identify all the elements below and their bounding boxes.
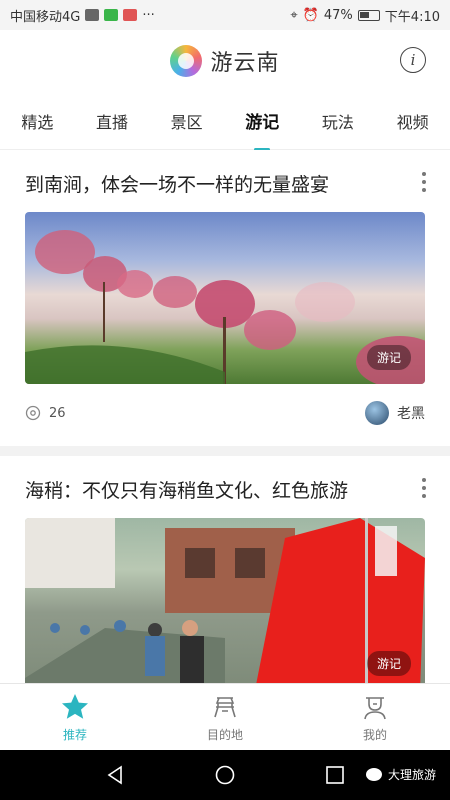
alarm-icon: ⏰ [302,7,319,23]
nav-destination-label: 目的地 [206,727,243,742]
app-notification-icon [123,9,138,21]
nav-destination[interactable]: 目的地 [175,692,275,743]
location-icon: ⌖ [290,7,298,23]
wechat-icon [365,768,382,781]
article-tag: 游记 [366,651,411,676]
eye-icon [25,405,41,421]
tab-video[interactable]: 视频 [393,103,433,139]
more-options-icon[interactable] [422,172,428,192]
tab-live[interactable]: 直播 [92,103,132,139]
battery-icon [357,9,380,21]
view-count-value: 26 [49,405,66,421]
avatar[interactable] [365,401,389,425]
category-tabs: 精选 直播 景区 游记 玩法 视频 [0,92,450,151]
tab-travelogue[interactable]: 游记 [241,102,283,151]
nav-profile[interactable]: 我的 [325,692,425,743]
bottom-navigation: 推荐 目的地 我的 [0,683,450,750]
article-title[interactable]: 海稍：不仅只有海稍鱼文化、红色旅游 [25,456,425,518]
article-card[interactable]: 海稍：不仅只有海稍鱼文化、红色旅游 游记 [0,456,450,683]
nav-recommend-label: 推荐 [62,727,87,742]
logo-icon [170,45,203,77]
carrier-label: 中国移动4G [10,9,81,25]
app-name: 游云南 [210,51,280,76]
view-count: 26 [25,405,66,421]
article-title[interactable]: 到南涧，体会一场不一样的无量盛宴 [25,150,425,212]
info-button[interactable]: i [400,47,426,73]
profile-icon [364,696,386,719]
tab-scenic[interactable]: 景区 [167,103,207,139]
more-notifications-icon: ··· [142,7,155,23]
article-cover-image[interactable]: 游记 [25,212,425,384]
battery-percent: 47% [323,7,353,23]
author[interactable]: 老黑 [365,401,425,425]
article-meta: 26 老黑 [25,384,425,442]
article-tag: 游记 [366,345,411,370]
info-icon: i [410,51,416,69]
back-icon[interactable] [104,764,126,786]
home-icon[interactable] [214,764,236,786]
destination-icon [214,696,236,717]
watermark-text: 大理旅游 [387,768,436,782]
more-options-icon[interactable] [422,478,428,498]
article-cover-image[interactable]: 游记 [25,518,425,683]
app-header: 游云南 i [0,30,450,92]
status-bar: 中国移动4G ··· ⌖ ⏰ 47% 下午4:10 [0,0,450,30]
nav-profile-label: 我的 [362,727,387,742]
star-icon [62,693,88,719]
article-card[interactable]: 到南涧，体会一场不一样的无量盛宴 游记 26 老黑 [0,150,450,446]
parade-scene [25,518,425,683]
status-right: ⌖ ⏰ 47% 下午4:10 [290,6,440,25]
app-logo: 游云南 [170,45,279,77]
system-navigation-bar: 大理旅游 [0,750,450,800]
wechat-notification-icon [104,9,119,21]
clock: 下午4:10 [384,9,440,25]
cherry-blossom-scene [25,230,425,384]
nav-recommend[interactable]: 推荐 [25,692,125,743]
tab-featured[interactable]: 精选 [17,103,57,139]
tab-play[interactable]: 玩法 [318,103,358,139]
status-left: 中国移动4G ··· [10,6,155,25]
watermark: 大理旅游 [365,766,436,783]
travelogue-feed[interactable]: 到南涧，体会一场不一样的无量盛宴 游记 26 老黑 海稍：不仅只有海稍鱼文化、红… [0,150,450,683]
signal-icon [85,9,100,21]
author-name[interactable]: 老黑 [397,403,425,423]
recents-icon[interactable] [324,764,346,786]
